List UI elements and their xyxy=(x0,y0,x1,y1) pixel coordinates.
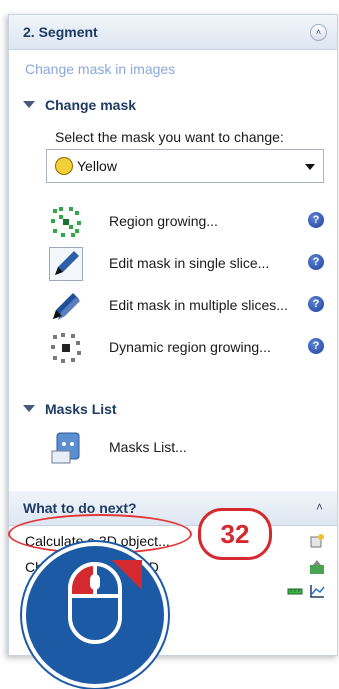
expand-triangle-icon xyxy=(23,405,35,412)
pencil-icon xyxy=(49,247,83,281)
expand-triangle-icon xyxy=(23,101,35,108)
edit-multiple-slices-label: Edit mask in multiple slices... xyxy=(109,297,288,313)
edit-single-slice-label: Edit mask in single slice... xyxy=(109,255,270,271)
change-mask-title: Change mask xyxy=(45,97,137,113)
graph-icon[interactable] xyxy=(309,583,325,599)
segment-hint: Change mask in images xyxy=(25,61,176,77)
help-icon[interactable]: ? xyxy=(308,212,324,228)
measure-icon[interactable] xyxy=(287,583,303,599)
masks-list-label: Masks List... xyxy=(109,439,187,455)
edit-single-slice-item[interactable]: Edit mask in single slice... ? xyxy=(49,245,334,283)
mask-select-value: Yellow xyxy=(77,158,117,174)
double-chevron-up-icon[interactable]: ˄ xyxy=(310,24,327,41)
step-number-badge: 32 xyxy=(198,508,272,560)
pencil-multiple-icon xyxy=(53,293,80,320)
help-icon[interactable]: ? xyxy=(308,296,324,312)
masks-list-icon xyxy=(51,432,80,464)
region-growing-icon xyxy=(51,207,81,237)
calculate-icon[interactable] xyxy=(309,559,325,575)
object-icon[interactable] xyxy=(309,533,325,549)
segment-header[interactable]: 2. Segment ˄ xyxy=(9,15,337,50)
edit-multiple-slices-item[interactable]: Edit mask in multiple slices... ? xyxy=(49,287,334,325)
masks-list-group-header[interactable]: Masks List xyxy=(23,401,117,417)
region-growing-item[interactable]: Region growing... ? xyxy=(49,203,334,241)
dropdown-arrow-icon[interactable] xyxy=(305,164,315,170)
mask-select[interactable]: Yellow xyxy=(46,149,324,183)
help-icon[interactable]: ? xyxy=(308,338,324,354)
mouse-left-click-icon xyxy=(68,561,122,644)
help-icon[interactable]: ? xyxy=(308,254,324,270)
dynamic-region-growing-icon xyxy=(51,333,81,363)
double-chevron-up-icon[interactable]: ˄ xyxy=(312,500,327,515)
mask-select-prompt: Select the mask you want to change: xyxy=(55,129,284,145)
click-corner-icon xyxy=(112,560,142,590)
segment-title: 2. Segment xyxy=(23,24,98,40)
masks-list-item[interactable]: Masks List... xyxy=(49,429,334,467)
region-growing-label: Region growing... xyxy=(109,213,218,229)
masks-list-title: Masks List xyxy=(45,401,117,417)
dynamic-region-growing-label: Dynamic region growing... xyxy=(109,339,271,355)
change-mask-group-header[interactable]: Change mask xyxy=(23,97,136,113)
dynamic-region-growing-item[interactable]: Dynamic region growing... ? xyxy=(49,329,334,367)
mouse-click-indicator xyxy=(22,542,168,688)
yellow-mask-icon xyxy=(55,157,73,175)
